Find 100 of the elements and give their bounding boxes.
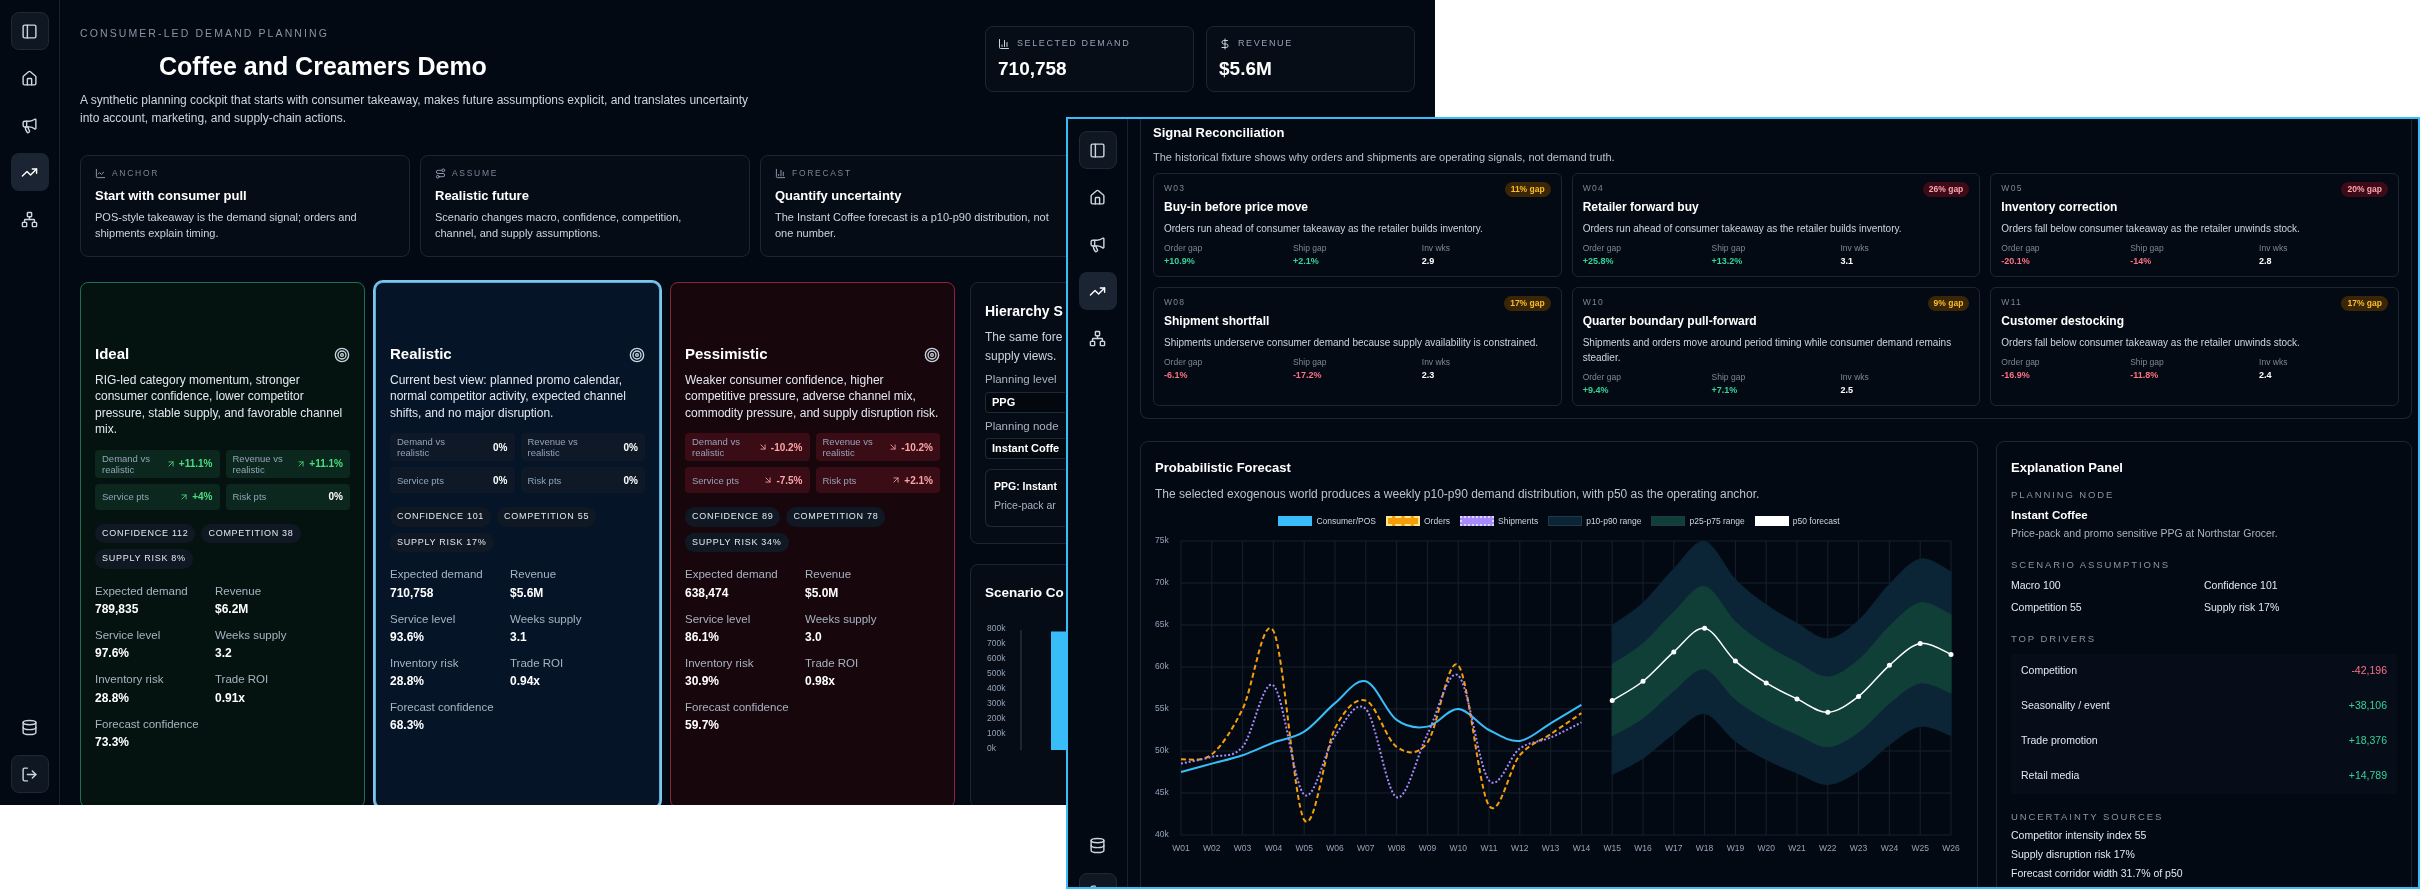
metric-value: 73.3% [95,733,131,751]
target-icon [629,346,645,363]
driver-name: Competition [2021,663,2078,679]
node-text: Price-pack ar [994,497,1056,513]
metric-label: Revenue [805,567,853,583]
stat-value: -14% [2130,254,2153,268]
delta-value: -10.2% [901,440,933,455]
panel-description: The historical fixture shows why orders and shipments are operating signals, not demand truth. [1153,149,1616,165]
stat-label: Inv wks [1840,241,1870,255]
axis-tick-label: 65k [1155,619,1169,630]
stat-value: 2.9 [1421,254,1436,268]
week-label: W04 [1582,182,1604,195]
metric-value: 710,758 [390,584,435,602]
stat-value: +10.9% [1164,254,1196,268]
delta-label: Risk pts [527,474,563,486]
uncertainty-text: Supply disruption risk 17% [2011,846,2136,862]
sidebar-toggle-icon [21,22,38,40]
scenario-title: Pessimistic [685,344,768,365]
gap-badge: 26% gap [1922,182,1970,197]
legend-label: p25-p75 range [1689,514,1745,528]
axis-tick-label: W12 [1511,843,1529,854]
stat-label: Order gap [1164,241,1204,255]
axis-tick-label: W04 [1264,843,1283,854]
axis-tick-label: W26 [1942,843,1960,854]
stat-label: Inv wks [1421,241,1452,255]
scenario-card[interactable] [670,282,955,805]
stat-value: +2.1% [1292,254,1320,268]
node-description: Price-pack and promo sensitive PPG at Northstar Grocer. [2011,526,2279,541]
stat-value: +13.2% [1711,254,1744,268]
axis-tick-label: W03 [1233,843,1252,854]
signal-title: Customer destocking [2001,312,2126,330]
delta-value: +11.1% [178,457,213,472]
legend-label: Consumer/POS [1316,514,1376,528]
select-field[interactable]: PPG [985,391,1065,413]
driver-value: +14,789 [2348,768,2387,784]
assumption-text: Confidence 101 [2204,578,2279,593]
stat-label: Inv wks [2259,355,2289,369]
axis-tick-label: W23 [1849,843,1868,854]
metric-value: 93.6% [390,628,426,646]
step-text: Scenario changes macro, confidence, competition, channel, and supply assumptions. [435,209,683,241]
axis-tick-label: 800k [987,622,1006,633]
signal-title: Buy-in before price move [1164,198,1310,216]
delta-value: 0% [623,440,638,455]
axis-tick-label: W15 [1603,843,1621,854]
stat-value: -11.8% [2130,368,2160,382]
trending-up-button[interactable] [10,153,49,191]
axis-tick-label: 500k [987,667,1006,678]
axis-tick-label: W19 [1726,843,1745,854]
delta-label: Demand vs realistic [102,452,152,475]
axis-tick-label: W16 [1634,843,1652,854]
scenario-card[interactable] [375,282,660,805]
scenario-description: Current best view: planned promo calendar, normal competitor activity, expected channel shifts, and no major disruption. [390,371,627,422]
trending-up-button[interactable] [1078,272,1117,310]
delta-value: +2.1% [904,473,933,488]
stat-label: Ship gap [2130,241,2165,255]
axis-tick-label: W02 [1203,843,1221,854]
stat-value: +9.4% [1582,383,1610,397]
metric-value: $6.2M [215,601,250,618]
logout-button[interactable] [10,755,49,793]
stat-label: Ship gap [1711,241,1747,255]
axis-tick-label: 60k [1155,661,1169,672]
metric-value: 3.1 [510,628,528,646]
card-title: Hierarchy S [985,302,1063,322]
sidebar-toggle-button[interactable] [1078,131,1117,169]
gap-badge: 9% gap [1927,296,1970,311]
metric-label: Trade ROI [805,655,860,671]
axis-tick-label: 0k [987,742,996,753]
stat-label: Order gap [1164,355,1204,369]
assumption-badge: SUPPLY RISK 17% [390,532,494,553]
week-label: W10 [1582,296,1604,309]
field-label: Planning node [985,418,1059,434]
arrow-down-right-icon [757,442,768,453]
week-label: W08 [1164,296,1186,309]
scenario-card[interactable] [80,282,365,805]
select-field[interactable]: Instant Coffe [985,437,1065,459]
section-label: PLANNING NODE [2011,487,2116,502]
metric-label: Expected demand [390,567,484,583]
metric-label: Trade ROI [510,655,565,671]
delta-label: Service pts [397,474,445,486]
target-icon [334,346,350,363]
axis-tick-label: 70k [1155,577,1169,588]
node-name: Instant Coffee [2011,507,2089,523]
step-label: ASSUME [452,167,499,180]
stat-label: Inv wks [1421,355,1452,369]
step-text: The Instant Coffee forecast is a p10-p90 distribution, not one number. [775,209,1050,241]
field-label: Planning level [985,372,1057,388]
assumption-text: Supply risk 17% [2204,599,2281,615]
legend-label: p50 forecast [1792,514,1840,528]
metric-value: 789,835 [95,601,140,618]
card-description: supply views. [985,348,1057,366]
step-text: POS-style takeaway is the demand signal; orders and shipments explain timing. [95,209,358,241]
axis-tick-label: W17 [1665,843,1683,854]
stat-value: 2.4 [2259,368,2273,382]
axis-tick-label: W08 [1387,843,1406,854]
assumption-badge: COMPETITION 55 [497,507,597,527]
sidebar-toggle-button[interactable] [10,12,49,50]
axis-tick-label: W01 [1172,843,1190,854]
arrow-up-right-icon [296,458,307,469]
metric-value: 3.2 [215,645,233,663]
database-icon [1089,836,1106,854]
